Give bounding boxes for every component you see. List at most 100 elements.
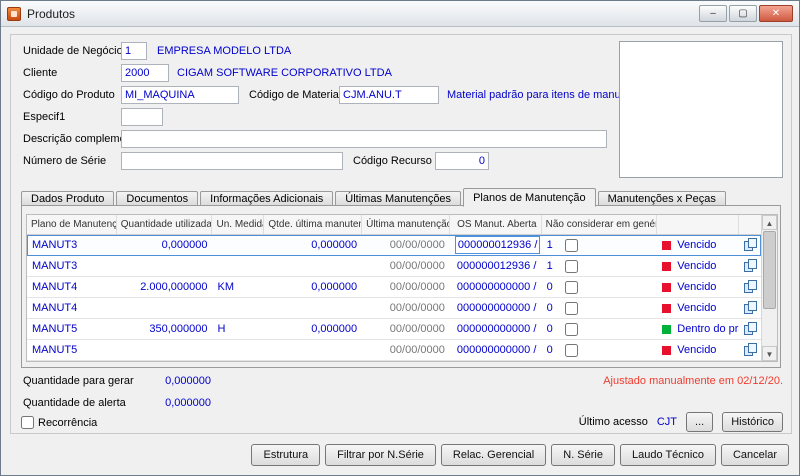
historico-button[interactable]: Histórico bbox=[722, 412, 783, 432]
col-quantidade-utilizada[interactable]: Quantidade utilizada bbox=[117, 215, 213, 234]
cell-plano: MANUT5 bbox=[32, 323, 78, 335]
product-image-box bbox=[619, 41, 783, 178]
scrollbar-thumb[interactable] bbox=[763, 231, 776, 309]
nao-considerar-checkbox[interactable] bbox=[564, 259, 578, 273]
table-row[interactable]: MANUT4 00/00/0000 000000000000 / 0 Venci… bbox=[27, 298, 761, 319]
codigo-material-field[interactable] bbox=[339, 86, 439, 104]
cell-ultima-manutencao: 00/00/0000 bbox=[389, 260, 445, 272]
unidade-negocio-field[interactable] bbox=[121, 42, 147, 60]
copy-icon[interactable] bbox=[744, 259, 758, 273]
cell-os-manut-aberta: 000000000000 / bbox=[450, 340, 542, 360]
tab-label: Dados Produto bbox=[31, 193, 105, 205]
nao-considerar-checkbox[interactable] bbox=[564, 280, 578, 294]
os-value[interactable]: 000000012936 / bbox=[454, 236, 541, 254]
col-qtde-ultima-manutencao[interactable]: Qtde. última manuten... bbox=[264, 215, 363, 234]
cliente-field[interactable] bbox=[121, 64, 169, 82]
col-ultima-manutencao[interactable]: Última manutenção bbox=[362, 215, 450, 234]
nao-considerar-checkbox[interactable] bbox=[564, 238, 578, 252]
title-bar[interactable]: Produtos – ▢ ✕ bbox=[1, 1, 799, 27]
cell-copy bbox=[739, 343, 761, 357]
tab-strip: Dados Produto Documentos Informações Adi… bbox=[21, 188, 728, 207]
table-body: MANUT3 0,000000 0,000000 00/00/0000 0000… bbox=[27, 235, 761, 361]
cell-status: Vencido bbox=[657, 277, 739, 297]
tab-planos-de-manuten-o[interactable]: Planos de Manutenção bbox=[463, 188, 596, 207]
numero-serie-field[interactable] bbox=[121, 152, 343, 170]
filtrar-nserie-button[interactable]: Filtrar por N.Série bbox=[325, 444, 436, 466]
tab-documentos[interactable]: Documentos bbox=[116, 191, 199, 206]
copy-icon[interactable] bbox=[744, 301, 758, 315]
cancelar-button[interactable]: Cancelar bbox=[720, 444, 789, 466]
copy-icon[interactable] bbox=[744, 343, 758, 357]
estrutura-button[interactable]: Estrutura bbox=[251, 444, 321, 466]
quantidade-alerta-value: 0,000000 bbox=[165, 397, 211, 409]
cell-qtde-ultima: 0,000000 bbox=[311, 281, 358, 293]
scroll-down-icon[interactable]: ▼ bbox=[762, 346, 777, 361]
cell-ultima-manutencao: 00/00/0000 bbox=[389, 281, 445, 293]
col-nao-considerar-generico[interactable]: Não considerar em genérico bbox=[542, 215, 658, 234]
cell-qtde-ultima: 0,000000 bbox=[311, 323, 358, 335]
cell-status: Vencido bbox=[657, 298, 739, 318]
planos-table: Plano de Manutenção Quantidade utilizada… bbox=[26, 214, 778, 362]
tab--ltimas-manuten-es[interactable]: Últimas Manutenções bbox=[335, 191, 462, 206]
bottom-button-bar: Estrutura Filtrar por N.Série Relac. Ger… bbox=[251, 444, 789, 466]
os-count: 0 bbox=[546, 302, 553, 314]
col-plano-manutencao[interactable]: Plano de Manutenção bbox=[27, 215, 117, 234]
relac-gerencial-button[interactable]: Relac. Gerencial bbox=[440, 444, 547, 466]
quantidade-gerar-value: 0,000000 bbox=[165, 375, 211, 387]
cell-copy bbox=[739, 259, 761, 273]
cell-un-medida: H bbox=[217, 323, 226, 335]
os-count: 1 bbox=[546, 239, 553, 251]
tab-manuten-es-x-pe-as[interactable]: Manutenções x Peças bbox=[597, 191, 726, 206]
nao-considerar-checkbox[interactable] bbox=[564, 343, 578, 357]
cell-os-manut-aberta: 000000000000 / bbox=[450, 319, 542, 339]
cell-qtde-ultima: 0,000000 bbox=[311, 239, 358, 251]
close-icon[interactable]: ✕ bbox=[759, 5, 793, 22]
cell-nao-considerar: 0 bbox=[542, 298, 658, 318]
descricao-complementar-field[interactable] bbox=[121, 130, 607, 148]
os-value[interactable]: 000000000000 / bbox=[455, 340, 539, 360]
os-value[interactable]: 000000000000 / bbox=[455, 298, 539, 318]
codigo-recurso-field[interactable] bbox=[435, 152, 489, 170]
cell-ultima-manutencao: 00/00/0000 bbox=[389, 323, 445, 335]
table-row[interactable]: MANUT3 00/00/0000 000000012936 / 1 Venci… bbox=[27, 256, 761, 277]
table-scrollbar[interactable]: ▲ ▼ bbox=[761, 215, 777, 361]
copy-icon[interactable] bbox=[744, 280, 758, 294]
codigo-produto-field[interactable] bbox=[121, 86, 239, 104]
cell-ultima-manutencao: 00/00/0000 bbox=[389, 344, 445, 356]
status-label: Vencido bbox=[677, 302, 717, 314]
copy-icon[interactable] bbox=[744, 238, 758, 252]
nao-considerar-checkbox[interactable] bbox=[564, 301, 578, 315]
tab-dados-produto[interactable]: Dados Produto bbox=[21, 191, 115, 206]
especif1-field[interactable] bbox=[121, 108, 163, 126]
cell-ultima-manutencao: 00/00/0000 bbox=[389, 239, 445, 251]
cell-status: Vencido bbox=[657, 235, 739, 255]
nao-considerar-checkbox[interactable] bbox=[564, 322, 578, 336]
tab-label: Informações Adicionais bbox=[210, 193, 324, 205]
table-row[interactable]: MANUT5 350,000000 H 0,000000 00/00/0000 … bbox=[27, 319, 761, 340]
minimize-icon[interactable]: – bbox=[699, 5, 727, 22]
table-row[interactable]: MANUT5 00/00/0000 000000000000 / 0 Venci… bbox=[27, 340, 761, 361]
os-value[interactable]: 000000000000 / bbox=[455, 277, 539, 297]
table-row[interactable]: MANUT4 2.000,000000 KM 0,000000 00/00/00… bbox=[27, 277, 761, 298]
os-value[interactable]: 000000012936 / bbox=[455, 256, 539, 276]
recorrencia-checkbox-row[interactable]: Recorrência bbox=[21, 416, 97, 429]
status-label: Vencido bbox=[677, 344, 717, 356]
status-square bbox=[662, 261, 672, 271]
cell-plano: MANUT5 bbox=[32, 344, 78, 356]
scroll-up-icon[interactable]: ▲ bbox=[762, 215, 777, 230]
ultimo-acesso-value: CJT bbox=[656, 416, 678, 428]
status-square bbox=[662, 282, 672, 292]
tab-informa-es-adicionais[interactable]: Informações Adicionais bbox=[200, 191, 334, 206]
recorrencia-checkbox[interactable] bbox=[21, 416, 34, 429]
nserie-button[interactable]: N. Série bbox=[551, 444, 615, 466]
col-un-medida[interactable]: Un. Medida bbox=[212, 215, 265, 234]
os-value[interactable]: 000000000000 / bbox=[455, 319, 539, 339]
copy-icon[interactable] bbox=[744, 322, 758, 336]
maximize-icon[interactable]: ▢ bbox=[729, 5, 757, 22]
cell-nao-considerar: 0 bbox=[542, 340, 658, 360]
laudo-tecnico-button[interactable]: Laudo Técnico bbox=[620, 444, 716, 466]
ellipsis-button[interactable]: ... bbox=[686, 412, 714, 432]
table-row[interactable]: MANUT3 0,000000 0,000000 00/00/0000 0000… bbox=[27, 235, 761, 256]
cell-nao-considerar: 1 bbox=[542, 235, 658, 255]
col-os-manut-aberta[interactable]: OS Manut. Aberta bbox=[450, 215, 542, 234]
